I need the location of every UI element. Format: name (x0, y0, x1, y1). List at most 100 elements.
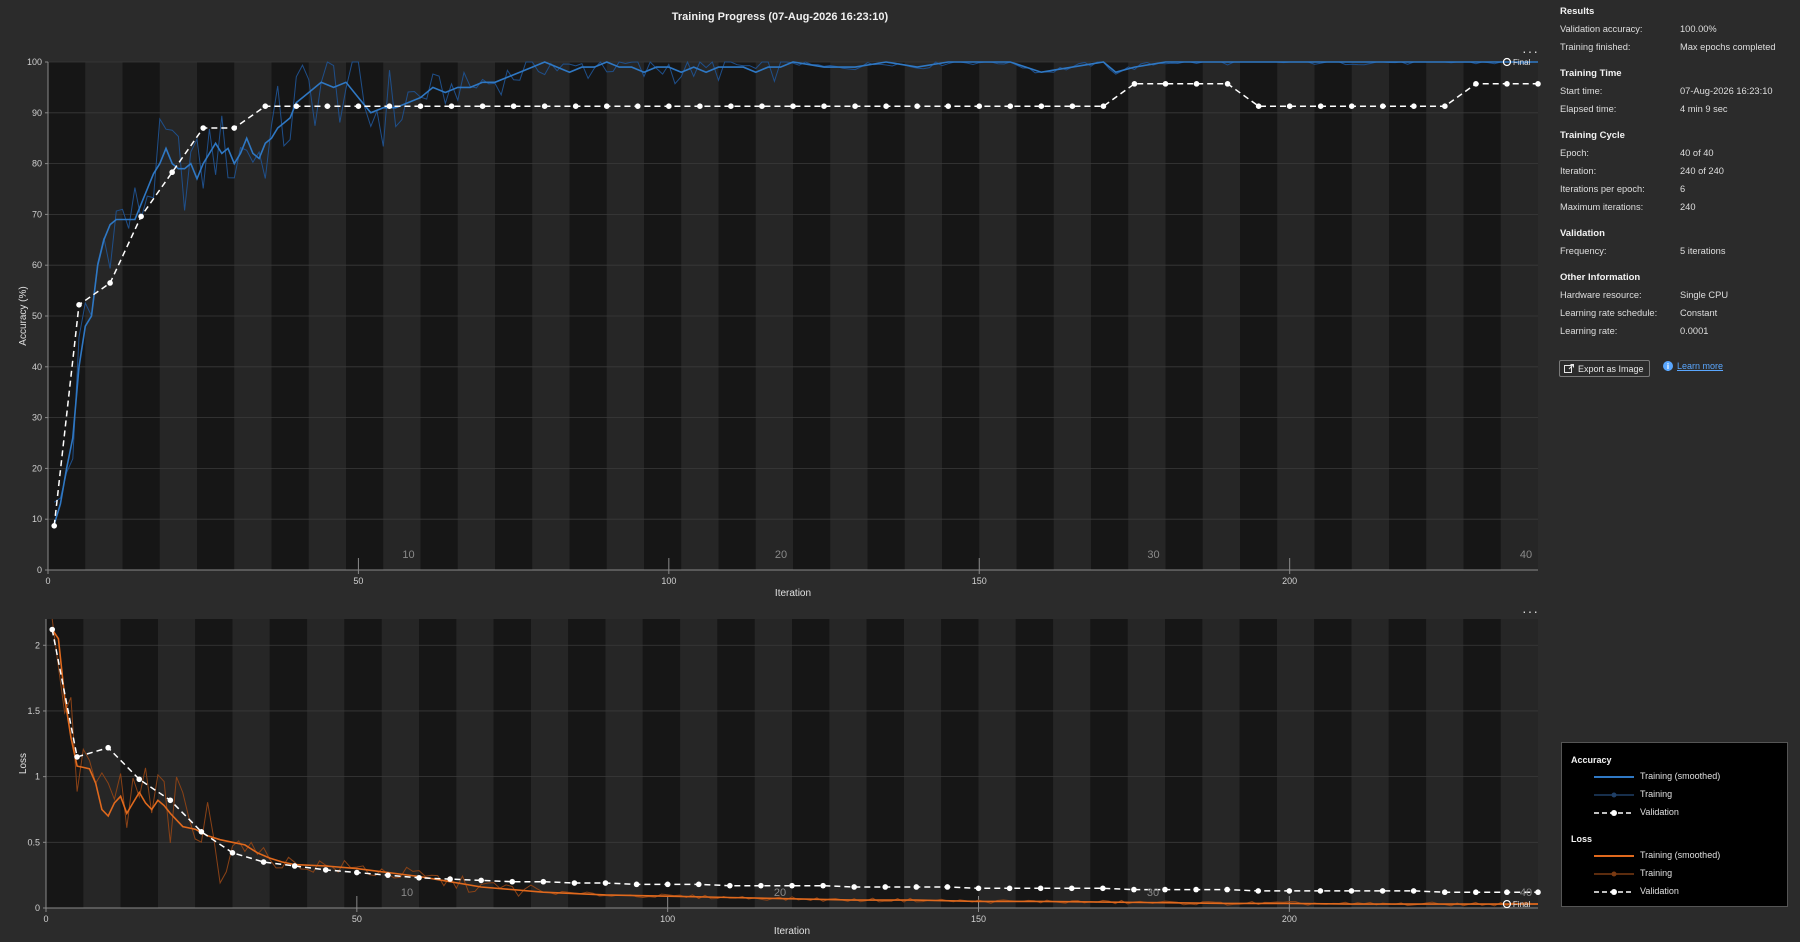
epoch-band (344, 619, 382, 908)
validation-point (1007, 103, 1014, 109)
legend-swatch-accuracy-training (1594, 792, 1634, 798)
validation-point (386, 103, 393, 109)
validation-point (1348, 103, 1355, 109)
info-value: 5 iterations (1680, 246, 1726, 256)
validation-point (229, 850, 236, 856)
validation-point (385, 872, 391, 878)
epoch-band (866, 619, 904, 908)
validation-point (354, 869, 360, 876)
validation-point (169, 169, 175, 176)
info-label: Frequency: (1560, 246, 1607, 256)
y-axis-label: Accuracy (%) (18, 286, 29, 345)
validation-point (1131, 886, 1137, 893)
epoch-band (568, 619, 606, 908)
validation-point (1224, 81, 1231, 87)
validation-point (913, 884, 920, 890)
validation-point (260, 859, 267, 865)
info-value: 0.0001 (1680, 326, 1709, 336)
validation-point (1162, 886, 1168, 893)
info-value: 240 (1680, 202, 1696, 212)
validation-point (1286, 103, 1293, 109)
y-axis-label: Loss (18, 753, 29, 774)
x-tick-label: 150 (972, 576, 987, 586)
validation-point (944, 884, 951, 890)
x-tick-label: 0 (43, 914, 48, 924)
epoch-band (83, 619, 121, 908)
epoch-band (1500, 619, 1538, 908)
legend-accuracy-title: Accuracy (1571, 755, 1612, 765)
learn-more-link[interactable]: i Learn more (1663, 361, 1723, 371)
export-button-label: Export as Image (1578, 363, 1644, 374)
validation-point (293, 103, 300, 109)
validation-point (322, 867, 329, 873)
validation-point (138, 213, 144, 220)
info-value: Max epochs completed (1680, 42, 1776, 52)
epoch-band (1426, 619, 1464, 908)
validation-point (851, 884, 857, 890)
info-label: Learning rate: (1560, 326, 1618, 336)
y-tick-label: 50 (32, 311, 42, 321)
epoch-label: 40 (1520, 549, 1532, 561)
legend-swatch-loss-training (1594, 871, 1634, 877)
validation-point (416, 874, 422, 881)
legend-label: Validation (1640, 886, 1679, 896)
export-as-image-button[interactable]: Export as Image (1559, 360, 1650, 377)
validation-point (572, 103, 579, 109)
x-tick-label: 50 (352, 914, 362, 924)
legend-swatch-accuracy-smoothed (1594, 776, 1634, 778)
y-tick-label: 100 (27, 57, 42, 67)
info-label: Start time: (1560, 86, 1603, 96)
legend: Accuracy Training (smoothed) Training Va… (1561, 742, 1788, 907)
epoch-band (941, 619, 979, 908)
epoch-band (978, 619, 1016, 908)
info-label: Validation accuracy: (1560, 24, 1643, 34)
y-tick-label: 0 (35, 903, 40, 913)
epoch-band (754, 619, 792, 908)
validation-point (1255, 888, 1262, 894)
accuracy-plot (45, 57, 1541, 574)
section-other-information: Other Information (1560, 272, 1641, 283)
more-icon[interactable]: ··· (1522, 604, 1539, 618)
validation-point (1535, 81, 1541, 87)
epoch-band (419, 619, 457, 908)
y-tick-label: 1.5 (27, 706, 40, 716)
validation-point (1441, 889, 1448, 896)
info-label: Iterations per epoch: (1560, 184, 1645, 194)
info-label: Training finished: (1560, 42, 1631, 52)
export-image-icon (1564, 363, 1574, 373)
epoch-band (829, 619, 867, 908)
validation-point (883, 103, 889, 109)
epoch-band (195, 619, 233, 908)
epoch-band (1053, 619, 1091, 908)
y-tick-label: 0.5 (27, 837, 40, 847)
section-validation: Validation (1560, 228, 1605, 239)
epoch-band (680, 619, 718, 908)
epoch-band (1388, 619, 1427, 908)
validation-point (1317, 888, 1324, 894)
epoch-band (157, 619, 196, 908)
final-label: Final (1513, 900, 1531, 909)
info-value: Single CPU (1680, 290, 1729, 300)
validation-point (945, 103, 952, 109)
info-label: Learning rate schedule: (1560, 308, 1658, 318)
validation-point (697, 103, 703, 109)
validation-point (666, 103, 672, 109)
validation-point (634, 103, 641, 109)
validation-point (1317, 103, 1324, 109)
epoch-label: 30 (1147, 549, 1159, 561)
validation-point (976, 103, 983, 109)
legend-swatch-loss-validation (1594, 889, 1634, 895)
info-label: Epoch: (1560, 148, 1589, 158)
section-results: Results (1560, 6, 1595, 17)
learn-more-label: Learn more (1677, 361, 1724, 371)
validation-point (107, 280, 113, 286)
more-icon[interactable]: ··· (1522, 44, 1539, 58)
validation-point (633, 881, 640, 888)
epoch-band (1165, 619, 1203, 908)
info-icon: i (1663, 361, 1673, 371)
epoch-label: 10 (401, 887, 413, 899)
legend-swatch-loss-smoothed (1594, 855, 1634, 857)
y-tick-label: 0 (37, 565, 42, 575)
info-value: 240 of 240 (1680, 166, 1724, 176)
validation-point (478, 877, 484, 884)
